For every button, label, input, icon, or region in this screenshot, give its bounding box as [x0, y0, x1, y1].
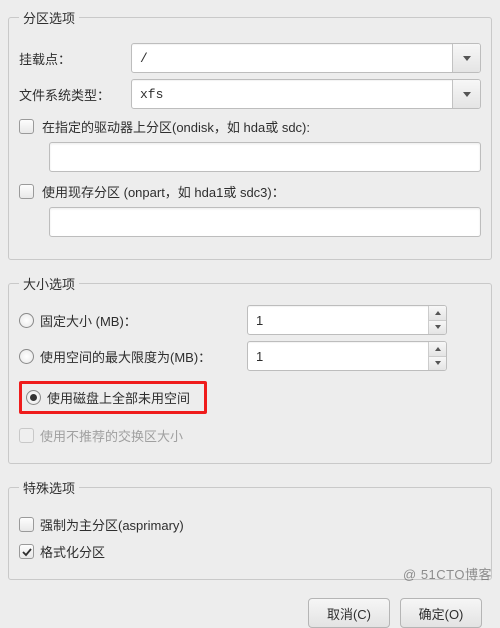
ok-button[interactable]: 确定(O) — [400, 598, 482, 628]
special-legend: 特殊选项 — [19, 478, 79, 497]
fixed-spin[interactable]: 1 — [247, 305, 447, 335]
fs-value: xfs — [132, 80, 452, 108]
format-label: 格式化分区 — [40, 542, 105, 561]
mount-row: 挂载点： / — [19, 43, 481, 73]
onpart-checkbox[interactable] — [19, 184, 34, 199]
ondisk-label: 在指定的驱动器上分区(ondisk，如 hda或 sdc): — [42, 117, 310, 136]
grow-row: 使用空间的最大限度为(MB)： 1 — [19, 341, 481, 371]
dialog-footer: 取消(C) 确定(O) — [8, 594, 492, 628]
fill-row[interactable]: 使用磁盘上全部未用空间 — [19, 381, 481, 414]
grow-label: 使用空间的最大限度为(MB)： — [40, 347, 211, 366]
partition-options-group: 分区选项 挂载点： / 文件系统类型： xfs 在指定的驱 — [8, 8, 492, 260]
fill-radio[interactable] — [26, 390, 41, 405]
format-checkbox[interactable] — [19, 544, 34, 559]
fill-label: 使用磁盘上全部未用空间 — [47, 388, 190, 407]
onpart-input[interactable] — [49, 207, 481, 237]
chevron-down-icon — [435, 325, 441, 329]
spin-down-button[interactable] — [429, 321, 446, 335]
mount-value: / — [132, 44, 452, 72]
chevron-down-icon — [463, 56, 471, 61]
grow-radio[interactable] — [19, 349, 34, 364]
mount-label: 挂载点： — [19, 49, 131, 68]
grow-radio-row[interactable]: 使用空间的最大限度为(MB)： — [19, 347, 247, 366]
fixed-radio-row[interactable]: 固定大小 (MB)： — [19, 311, 247, 330]
chevron-up-icon — [435, 311, 441, 315]
onpart-label: 使用现存分区 (onpart，如 hda1或 sdc3)： — [42, 182, 285, 201]
grow-value[interactable]: 1 — [248, 342, 428, 370]
spin-up-button[interactable] — [429, 342, 446, 357]
chevron-down-icon — [463, 92, 471, 97]
fs-label: 文件系统类型： — [19, 85, 131, 104]
ondisk-check-row[interactable]: 在指定的驱动器上分区(ondisk，如 hda或 sdc): — [19, 117, 481, 136]
mount-dropdown-button[interactable] — [452, 44, 480, 72]
spin-down-button[interactable] — [429, 357, 446, 371]
fs-row: 文件系统类型： xfs — [19, 79, 481, 109]
asprimary-label: 强制为主分区(asprimary) — [40, 515, 184, 534]
ondisk-checkbox[interactable] — [19, 119, 34, 134]
grow-spin[interactable]: 1 — [247, 341, 447, 371]
fixed-radio[interactable] — [19, 313, 34, 328]
asprimary-checkbox[interactable] — [19, 517, 34, 532]
special-options-group: 特殊选项 强制为主分区(asprimary) 格式化分区 — [8, 478, 492, 580]
size-options-group: 大小选项 固定大小 (MB)： 1 使用空间的最大限度为(MB)： 1 — [8, 274, 492, 464]
recswap-row: 使用不推荐的交换区大小 — [19, 426, 481, 445]
cancel-button[interactable]: 取消(C) — [308, 598, 390, 628]
ondisk-input[interactable] — [49, 142, 481, 172]
asprimary-row[interactable]: 强制为主分区(asprimary) — [19, 515, 481, 534]
mount-combo[interactable]: / — [131, 43, 481, 73]
chevron-up-icon — [435, 347, 441, 351]
fill-highlight: 使用磁盘上全部未用空间 — [19, 381, 207, 414]
fs-combo[interactable]: xfs — [131, 79, 481, 109]
format-row[interactable]: 格式化分区 — [19, 542, 481, 561]
fs-dropdown-button[interactable] — [452, 80, 480, 108]
recswap-checkbox — [19, 428, 34, 443]
check-icon — [22, 547, 32, 557]
fixed-row: 固定大小 (MB)： 1 — [19, 305, 481, 335]
onpart-check-row[interactable]: 使用现存分区 (onpart，如 hda1或 sdc3)： — [19, 182, 481, 201]
size-legend: 大小选项 — [19, 274, 79, 293]
fixed-label: 固定大小 (MB)： — [40, 311, 137, 330]
spin-up-button[interactable] — [429, 306, 446, 321]
partition-legend: 分区选项 — [19, 8, 79, 27]
fixed-value[interactable]: 1 — [248, 306, 428, 334]
recswap-label: 使用不推荐的交换区大小 — [40, 426, 183, 445]
chevron-down-icon — [435, 361, 441, 365]
